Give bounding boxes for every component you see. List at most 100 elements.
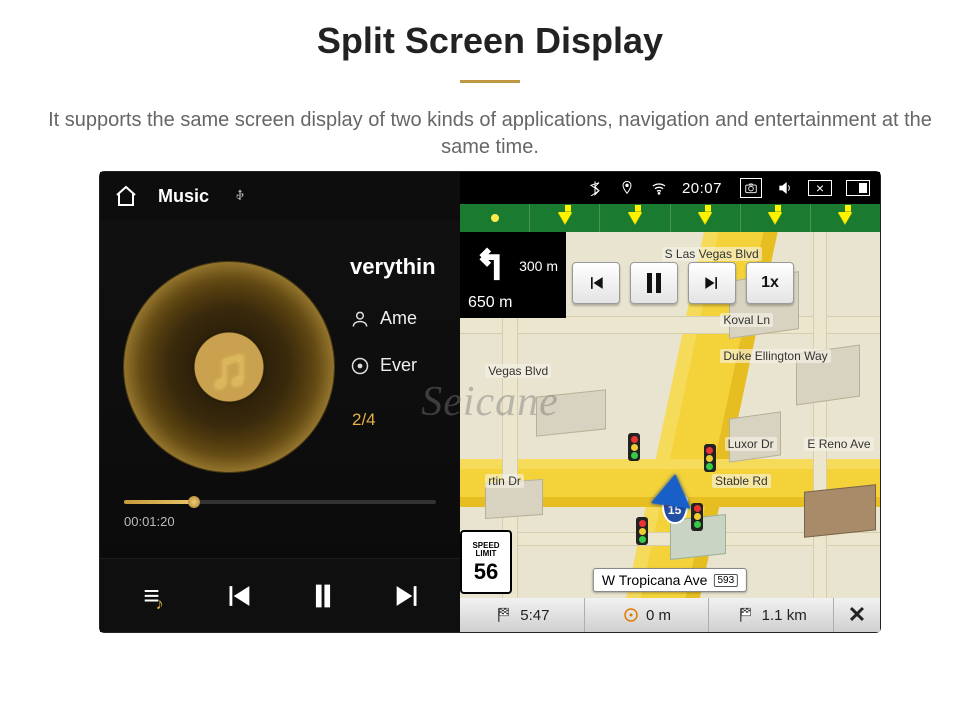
lane-dot-icon	[491, 214, 499, 222]
eta-value: 5:47	[520, 607, 549, 624]
next-button[interactable]	[385, 573, 431, 619]
waypoint-segment[interactable]: 0 m	[585, 598, 710, 632]
navigation-pane: 20:07	[460, 172, 880, 632]
traffic-light-icon	[636, 517, 648, 545]
map-label: Vegas Blvd	[485, 364, 551, 378]
remaining-segment[interactable]: 1.1 km	[709, 598, 834, 632]
traffic-light-icon	[704, 444, 716, 472]
album-icon	[350, 356, 370, 376]
lane-arrow-icon	[838, 212, 852, 224]
vehicle-cursor-icon	[651, 471, 695, 508]
usb-icon	[231, 187, 249, 205]
pause-icon	[647, 273, 652, 293]
lane-arrow-icon	[628, 212, 642, 224]
close-icon: ✕	[848, 602, 866, 628]
lane-4	[671, 204, 741, 232]
turn-distance-total: 650 m	[468, 294, 512, 312]
sim-controls: 1x	[572, 262, 794, 304]
checkered-flag-icon	[736, 606, 756, 624]
progress-fill	[124, 500, 193, 504]
current-street-name: W Tropicana Ave	[602, 572, 708, 588]
map-label: Duke Ellington Way	[720, 349, 830, 363]
split-screen-device: Music ♫ verythin Ame	[100, 172, 880, 632]
album-name: Ever	[380, 355, 417, 376]
target-icon	[622, 606, 640, 624]
lane-1	[460, 204, 530, 232]
page-title: Split Screen Display	[0, 0, 980, 62]
lane-3	[600, 204, 670, 232]
split-screen-button[interactable]	[846, 180, 870, 196]
bluetooth-icon	[586, 179, 604, 197]
prev-icon	[221, 579, 255, 613]
map-label: Koval Ln	[720, 313, 773, 327]
lane-2	[530, 204, 600, 232]
sim-next-button[interactable]	[688, 262, 736, 304]
next-icon	[391, 579, 425, 613]
album-disc[interactable]: ♫	[124, 262, 334, 472]
music-body: ♫ verythin Ame Ever 2/4	[100, 220, 460, 558]
music-header: Music	[100, 172, 460, 220]
pause-button[interactable]	[300, 573, 346, 619]
map-label: Luxor Dr	[725, 437, 777, 451]
building	[536, 389, 606, 436]
skip-forward-icon	[702, 273, 722, 293]
artist-icon	[350, 309, 370, 329]
turn-distance-next: 300 m	[519, 258, 558, 274]
pause-icon	[306, 579, 340, 613]
lane-6	[811, 204, 880, 232]
progress-knob[interactable]	[188, 496, 200, 508]
traffic-light-icon	[691, 503, 703, 531]
prev-button[interactable]	[215, 573, 261, 619]
track-counter: 2/4	[352, 410, 376, 430]
map-label: Stable Rd	[712, 474, 771, 488]
progress-bar[interactable]	[124, 490, 436, 504]
location-icon	[618, 179, 636, 197]
screenshot-button[interactable]	[740, 178, 762, 198]
nav-bottom-bar: 5:47 0 m 1.1 km ✕	[460, 598, 880, 632]
close-nav-button[interactable]: ✕	[834, 598, 880, 632]
artist-row: Ame	[350, 308, 460, 329]
song-title: verythin	[350, 254, 460, 282]
camera-icon	[744, 181, 758, 195]
title-underline	[460, 80, 520, 83]
sim-prev-button[interactable]	[572, 262, 620, 304]
turn-instruction: 300 m 650 m	[460, 232, 566, 318]
traffic-light-icon	[628, 433, 640, 461]
home-button[interactable]	[112, 184, 140, 208]
waypoint-distance: 0 m	[646, 607, 671, 624]
sim-speed-button[interactable]: 1x	[746, 262, 794, 304]
lane-5	[741, 204, 811, 232]
map-label: rtin Dr	[485, 474, 524, 488]
home-icon	[113, 184, 139, 208]
artist-name: Ame	[380, 308, 417, 329]
current-street-bar: W Tropicana Ave 593	[593, 568, 747, 592]
lane-arrow-icon	[558, 212, 572, 224]
album-row: Ever	[350, 355, 460, 376]
speed-label-2: LIMIT	[476, 550, 497, 558]
music-controls	[100, 558, 460, 632]
checkered-flag-icon	[494, 606, 514, 624]
status-time: 20:07	[682, 180, 722, 197]
music-header-label: Music	[158, 186, 209, 207]
skip-back-icon	[586, 273, 606, 293]
street	[813, 232, 827, 598]
track-metadata: verythin Ame Ever	[350, 254, 460, 376]
lane-guidance-bar	[460, 204, 880, 232]
music-note-icon: ♫	[208, 335, 250, 400]
map-label: E Reno Ave	[804, 437, 873, 451]
map-label: S Las Vegas Blvd	[662, 247, 762, 261]
volume-button[interactable]	[776, 179, 794, 197]
playlist-icon	[143, 580, 161, 612]
current-street-number: 593	[713, 574, 738, 587]
eta-segment[interactable]: 5:47	[460, 598, 585, 632]
speed-limit-value: 56	[474, 561, 498, 583]
elapsed-time: 00:01:20	[124, 514, 175, 529]
remaining-distance: 1.1 km	[762, 607, 807, 624]
playlist-button[interactable]	[130, 573, 176, 619]
lane-arrow-icon	[768, 212, 782, 224]
sim-pause-button[interactable]	[630, 262, 678, 304]
wifi-icon	[650, 179, 668, 197]
close-app-button[interactable]	[808, 180, 832, 196]
speed-limit-sign: SPEED LIMIT 56	[460, 530, 512, 594]
status-bar: 20:07	[460, 172, 880, 204]
